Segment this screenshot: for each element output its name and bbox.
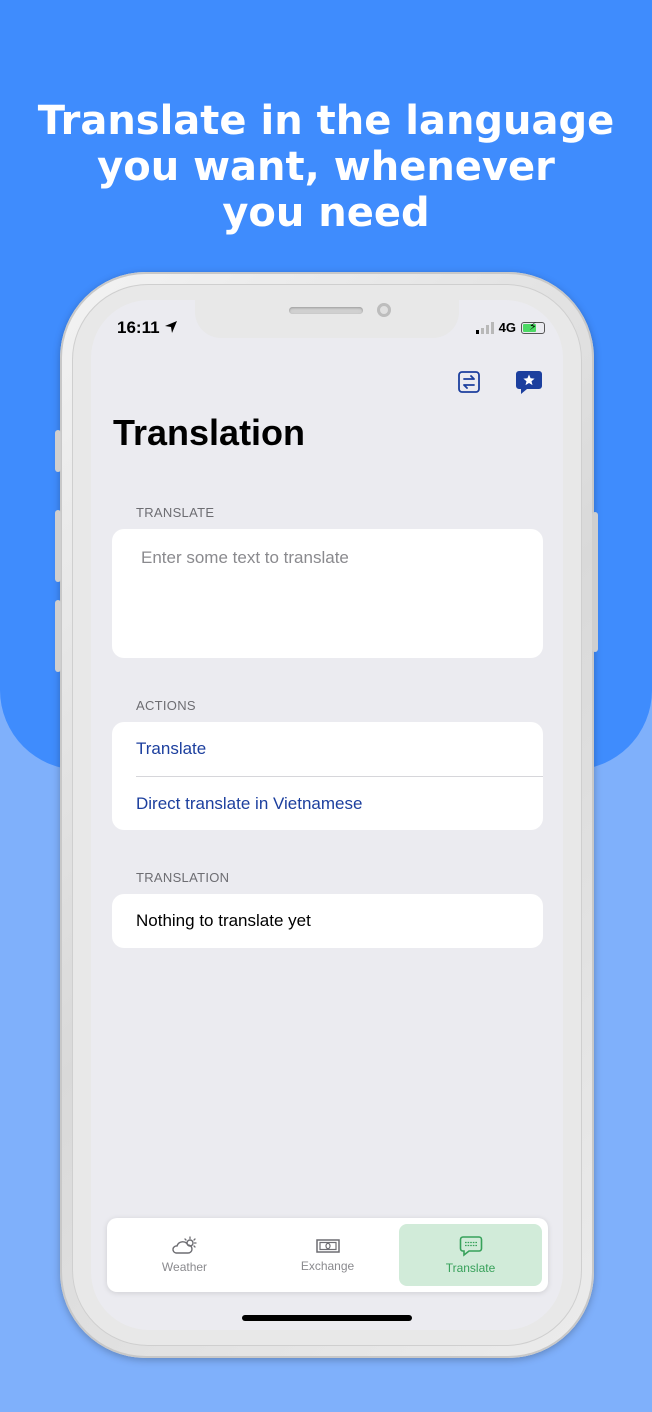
favorites-button[interactable] — [515, 368, 543, 396]
notch — [195, 300, 459, 338]
phone-volume-up-button — [55, 510, 61, 582]
promo-headline: Translate in the language you want, when… — [0, 98, 652, 236]
swap-languages-button[interactable] — [455, 368, 483, 396]
cellular-signal-icon — [475, 321, 494, 334]
status-time: 16:11 — [117, 318, 178, 338]
speaker-grille — [289, 307, 363, 314]
cloud-sun-icon — [171, 1236, 197, 1254]
page-title: Translation — [113, 412, 306, 453]
translation-result-card: Nothing to translate yet — [112, 894, 543, 948]
phone-side-button — [55, 430, 61, 472]
battery-icon: ⚡ — [521, 321, 545, 334]
front-camera — [377, 303, 391, 317]
network-type: 4G — [498, 320, 516, 335]
tab-weather[interactable]: Weather — [113, 1224, 256, 1286]
headline-line-3: you need — [222, 190, 430, 236]
tab-exchange-label: Exchange — [300, 1259, 355, 1273]
star-bubble-icon — [516, 371, 542, 394]
tab-bar: Weather Exchange Translate — [107, 1218, 548, 1292]
tab-translate[interactable]: Translate — [399, 1224, 542, 1286]
nav-bar-actions — [455, 368, 543, 396]
home-indicator — [242, 1315, 412, 1321]
translate-input-card — [112, 529, 543, 658]
headline-line-1: Translate in the language — [37, 98, 615, 144]
status-time-text: 16:11 — [117, 318, 160, 337]
chat-bubble-icon — [459, 1236, 482, 1257]
actions-card: Translate Direct translate in Vietnamese — [112, 722, 543, 830]
banknote-icon — [315, 1239, 340, 1253]
phone-volume-down-button — [55, 600, 61, 672]
status-indicators: 4G ⚡ — [475, 320, 545, 335]
headline-line-2: you want, whenever — [97, 144, 555, 190]
direct-translate-vietnamese-button[interactable]: Direct translate in Vietnamese — [112, 777, 543, 830]
location-arrow-icon — [165, 321, 178, 333]
phone-screen: 16:11 4G ⚡ Translation TRANSLATE Enter s… — [91, 300, 563, 1330]
translate-action-button[interactable]: Translate — [112, 722, 543, 776]
tab-translate-label: Translate — [445, 1261, 496, 1275]
tab-weather-label: Weather — [161, 1260, 208, 1274]
tab-exchange[interactable]: Exchange — [256, 1224, 399, 1286]
translation-section-header: TRANSLATION — [136, 870, 230, 885]
phone-power-button — [592, 512, 598, 652]
translation-result-text: Nothing to translate yet — [136, 911, 311, 930]
translate-section-header: TRANSLATE — [136, 505, 215, 520]
actions-section-header: ACTIONS — [136, 698, 196, 713]
translate-text-input[interactable] — [112, 529, 543, 658]
swap-languages-icon — [458, 371, 480, 393]
